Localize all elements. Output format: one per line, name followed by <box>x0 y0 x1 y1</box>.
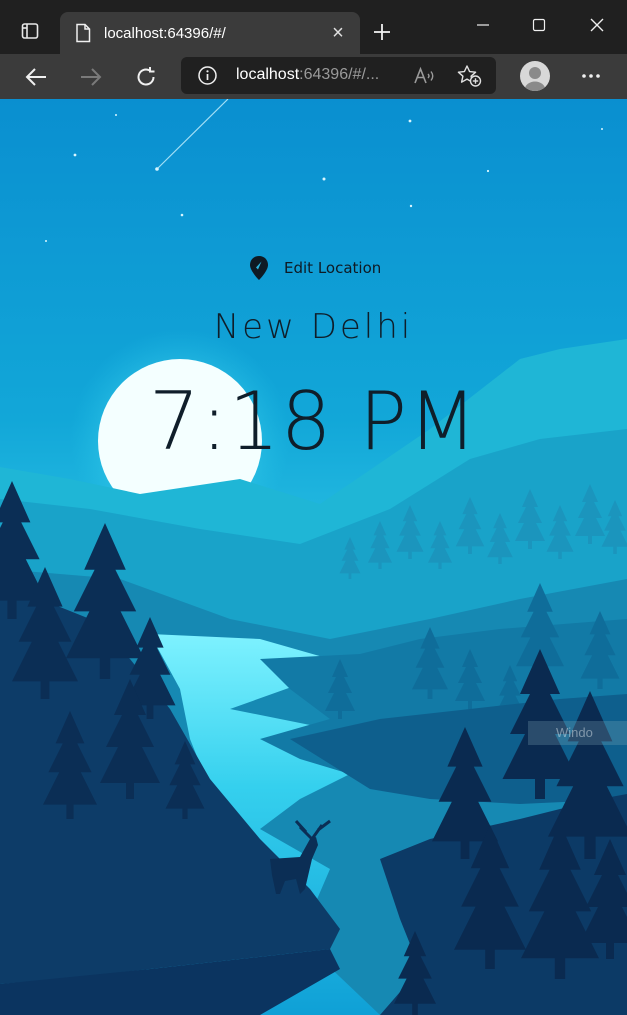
address-bar[interactable]: localhost:64396/#/... <box>181 57 496 94</box>
clock-screen: Edit Location New Delhi 7:18 PM Windo <box>0 99 627 1015</box>
plus-icon[interactable] <box>366 16 398 48</box>
location-pin-icon <box>248 255 270 281</box>
tab-title: localhost:64396/#/ <box>104 24 226 42</box>
tab-actions-icon[interactable] <box>10 14 50 48</box>
back-arrow-icon[interactable] <box>19 60 53 94</box>
close-icon[interactable] <box>574 8 620 42</box>
edit-location-button[interactable]: Edit Location <box>248 254 381 282</box>
tab-close-button[interactable]: × <box>324 19 352 47</box>
browser-tab[interactable]: localhost:64396/#/ × <box>60 12 360 54</box>
edit-location-label: Edit Location <box>284 259 382 277</box>
more-dots-icon[interactable] <box>576 61 606 91</box>
refresh-icon[interactable] <box>129 60 163 94</box>
page-icon <box>74 23 92 43</box>
info-icon[interactable] <box>197 65 218 86</box>
address-url: localhost:64396/#/... <box>236 66 379 84</box>
url-path: :64396/#/... <box>299 66 380 83</box>
minimize-icon[interactable] <box>460 8 506 42</box>
profile-avatar[interactable] <box>520 61 550 91</box>
maximize-icon[interactable] <box>516 8 562 42</box>
browser-title-bar: localhost:64396/#/ × <box>0 0 627 54</box>
browser-toolbar: localhost:64396/#/... <box>0 54 627 99</box>
city-name: New Delhi <box>213 307 414 347</box>
read-aloud-icon[interactable] <box>413 65 437 87</box>
current-time: 7:18 PM <box>148 375 479 468</box>
url-host: localhost <box>236 66 300 83</box>
activation-watermark: Windo <box>528 721 627 745</box>
forward-arrow-icon[interactable] <box>74 60 108 94</box>
page-viewport: Edit Location New Delhi 7:18 PM Windo <box>0 99 627 1015</box>
favorite-add-icon[interactable] <box>457 64 483 88</box>
